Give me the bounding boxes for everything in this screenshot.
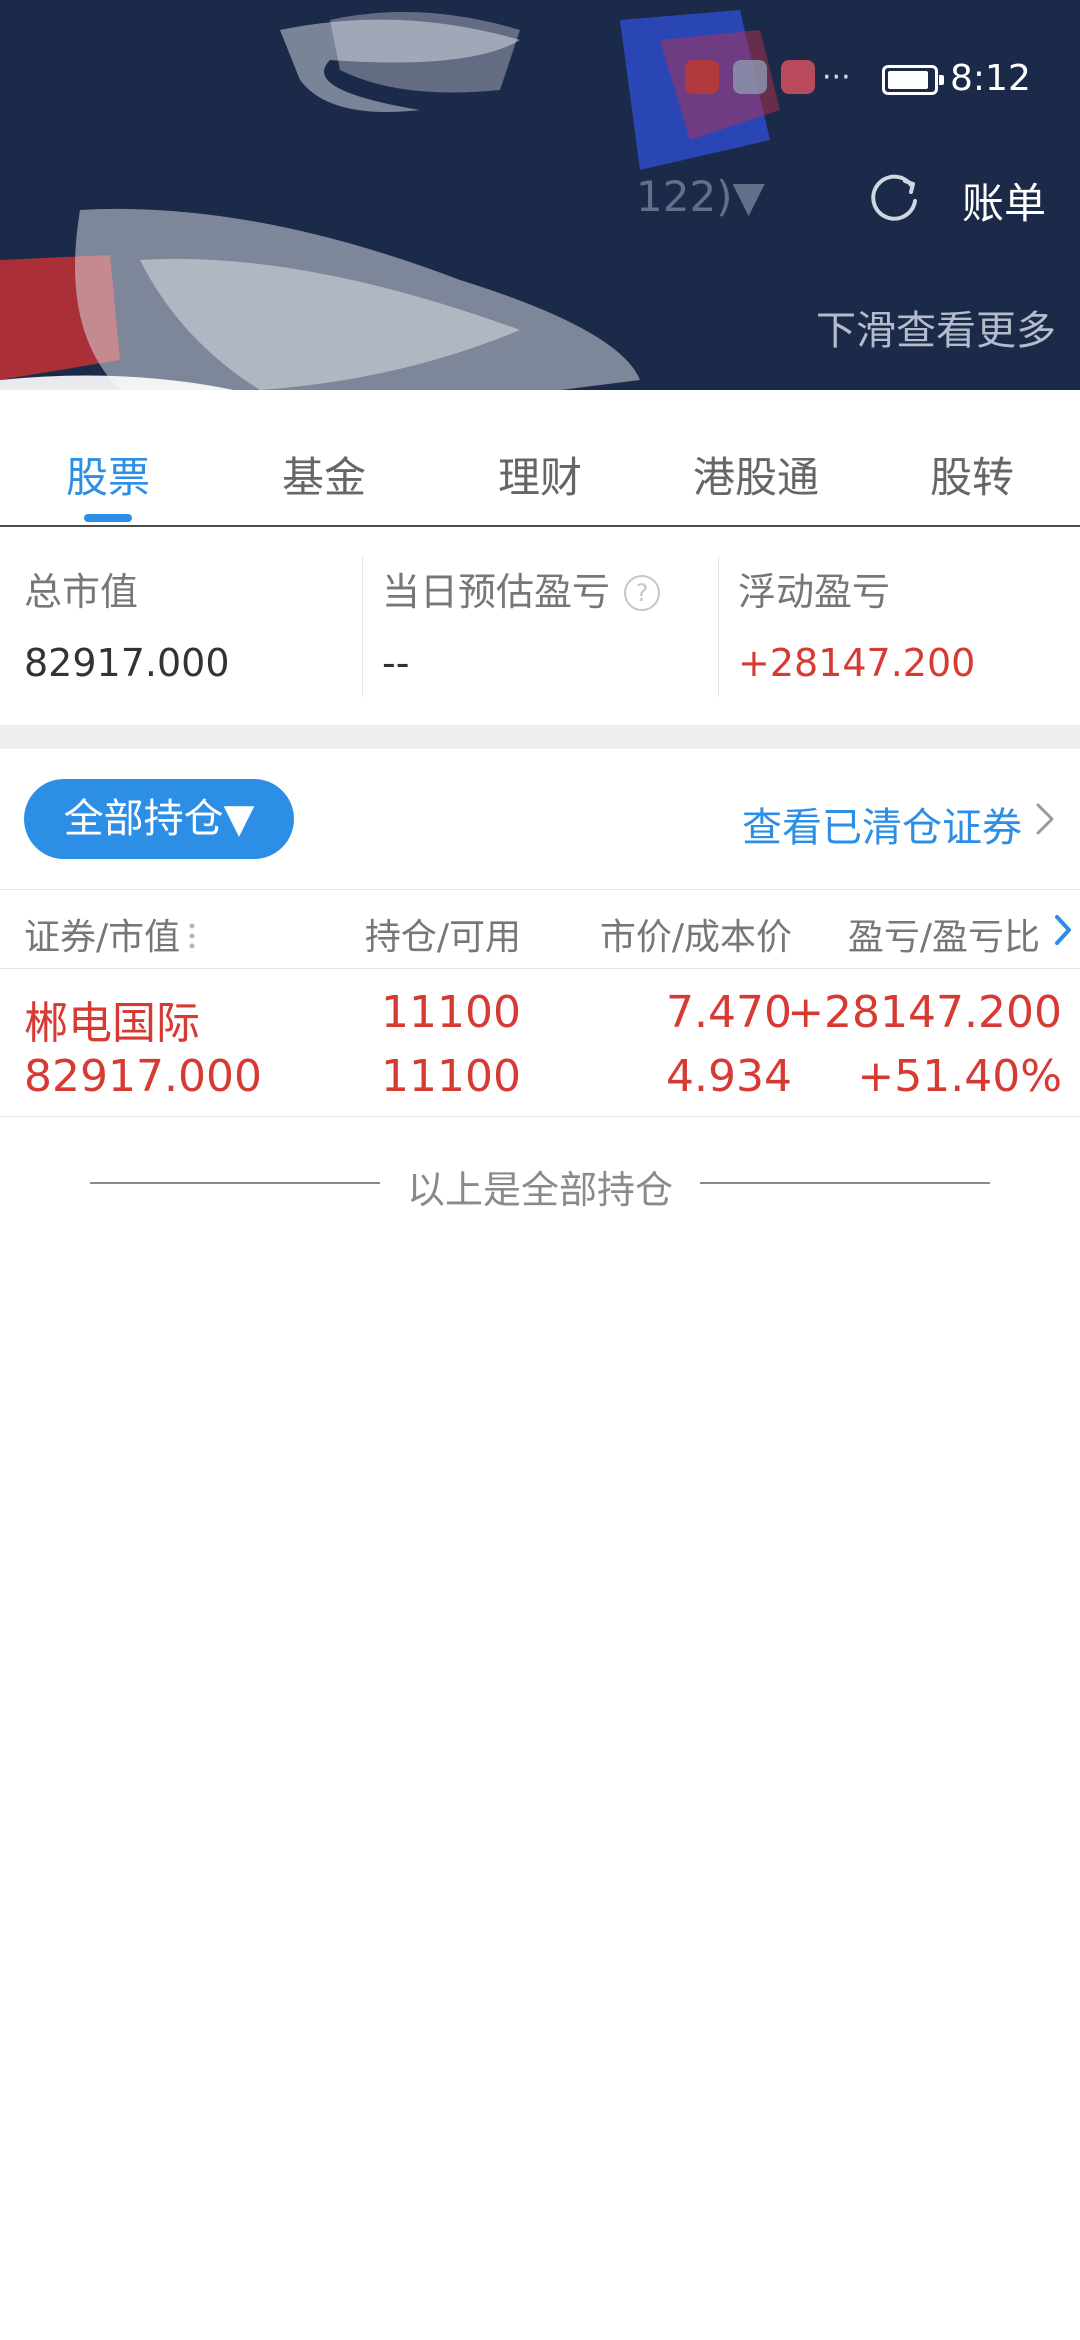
profit-loss-ratio: +51.40%	[857, 1051, 1062, 1102]
column-header-price[interactable]: 市价/成本价	[600, 908, 792, 960]
tab-funds[interactable]: 基金	[224, 444, 424, 505]
section-separator	[0, 725, 1080, 749]
refresh-icon[interactable]	[865, 168, 923, 226]
available-quantity: 11100	[381, 1051, 521, 1102]
account-selector[interactable]: 122)▼	[636, 172, 765, 221]
market-price: 7.470	[666, 987, 792, 1038]
scroll-right-icon[interactable]	[1052, 912, 1074, 948]
position-quantity: 11100	[381, 987, 521, 1038]
active-tab-indicator	[84, 514, 132, 522]
slide-hint: 下滑查看更多	[816, 308, 1056, 354]
account-header: ··· 8:12 122)▼ 账单 下滑查看更多	[0, 0, 1080, 390]
position-filter-row: 全部持仓▼ 查看已清仓证券	[0, 749, 1080, 889]
cleared-securities-link[interactable]: 查看已清仓证券	[742, 795, 1022, 853]
daily-pl-label: 当日预估盈亏?	[382, 561, 661, 616]
total-value: 82917.000	[24, 641, 230, 685]
chevron-right-icon	[1036, 803, 1054, 835]
app-root: ··· 8:12 122)▼ 账单 下滑查看更多 股票 基金 理财 港股通 股转…	[0, 0, 1080, 2340]
positions-table-header: 证券/市值 持仓/可用 市价/成本价 盈亏/盈亏比	[0, 889, 1080, 969]
column-header-security[interactable]: 证券/市值	[24, 908, 196, 960]
more-notifications-icon: ···	[822, 60, 851, 95]
profit-loss: +28147.200	[787, 987, 1062, 1038]
battery-icon	[882, 65, 944, 95]
help-icon[interactable]: ?	[624, 575, 661, 611]
app-badge-icon	[781, 60, 815, 94]
cost-price: 4.934	[666, 1051, 792, 1102]
daily-pl-cell: 当日预估盈亏? --	[358, 529, 718, 725]
tab-stocks[interactable]: 股票	[8, 444, 208, 505]
total-value-cell: 总市值 82917.000	[0, 529, 360, 725]
end-of-list-text: 以上是全部持仓	[406, 1168, 673, 1212]
tab-hk-connect[interactable]: 港股通	[656, 444, 856, 505]
notification-icons	[685, 60, 815, 94]
shield-notification-icon	[733, 60, 767, 94]
column-header-position[interactable]: 持仓/可用	[365, 908, 521, 960]
tab-share-transfer[interactable]: 股转	[872, 444, 1072, 505]
column-header-security-text: 证券/市值	[24, 917, 181, 958]
end-of-list-note: 以上是全部持仓	[0, 1155, 1080, 1212]
floating-pl-cell: 浮动盈亏 +28147.200	[714, 529, 1080, 725]
app-notification-icon	[685, 60, 719, 94]
status-bar: ··· 8:12	[0, 40, 1080, 120]
floating-pl-value: +28147.200	[738, 641, 976, 685]
tab-wealth[interactable]: 理财	[440, 444, 640, 505]
position-row[interactable]: 郴电国际 82917.000 11100 11100 7.470 4.934 +…	[0, 969, 1080, 1117]
floating-pl-label: 浮动盈亏	[738, 570, 891, 614]
daily-pl-label-text: 当日预估盈亏	[382, 570, 611, 614]
column-header-pl[interactable]: 盈亏/盈亏比	[848, 908, 1040, 960]
divider	[700, 1182, 990, 1184]
all-positions-dropdown[interactable]: 全部持仓▼	[24, 779, 294, 859]
total-value-label: 总市值	[24, 570, 139, 614]
security-name: 郴电国际	[24, 998, 200, 1049]
bill-button[interactable]: 账单	[962, 170, 1046, 231]
status-time: 8:12	[950, 58, 1031, 99]
security-market-value: 82917.000	[24, 1051, 262, 1102]
portfolio-summary: 总市值 82917.000 当日预估盈亏? -- 浮动盈亏 +28147.200	[0, 529, 1080, 725]
column-menu-icon	[189, 923, 195, 949]
asset-type-tabs: 股票 基金 理财 港股通 股转	[0, 412, 1080, 527]
daily-pl-value: --	[382, 641, 410, 685]
